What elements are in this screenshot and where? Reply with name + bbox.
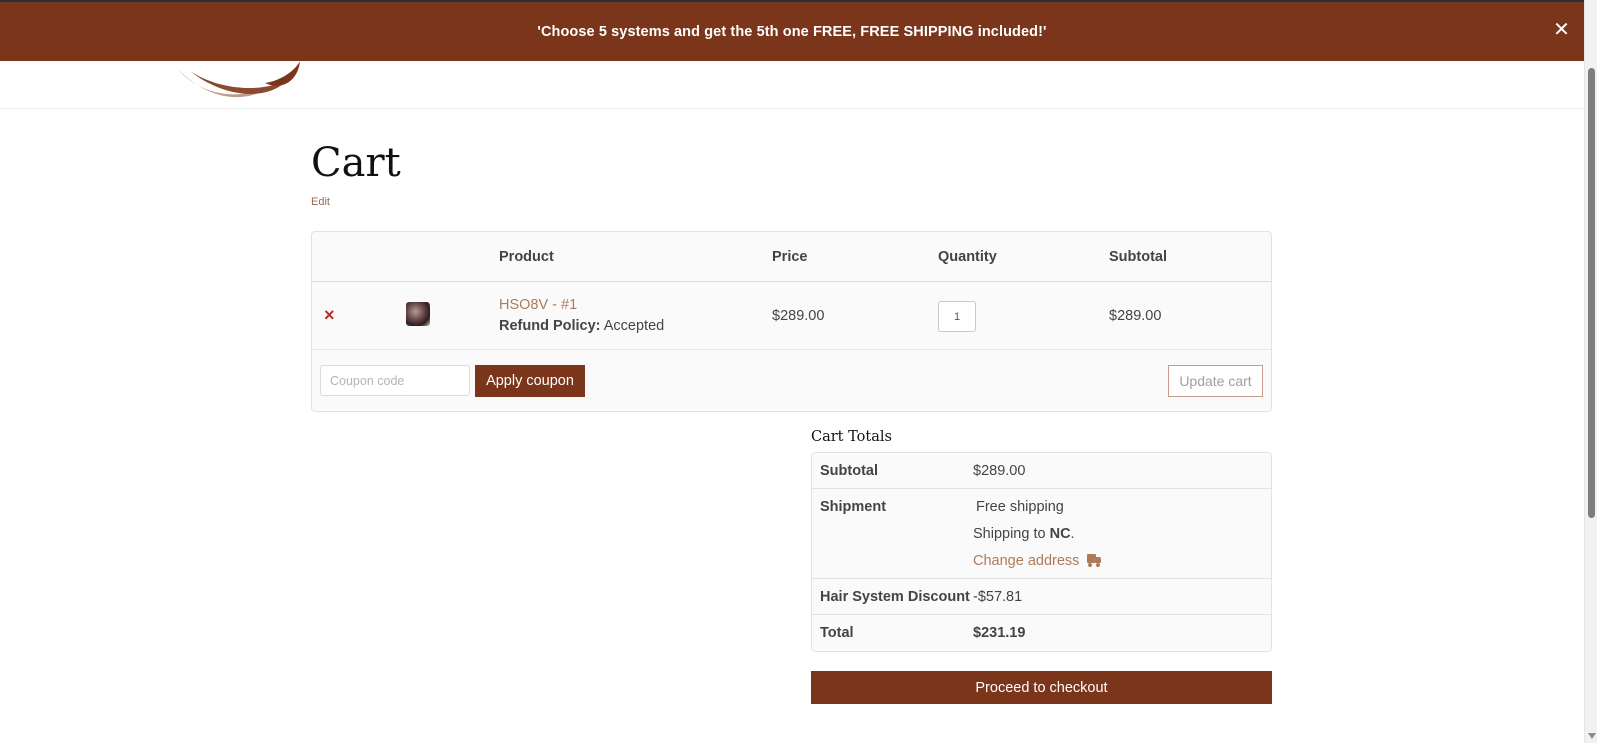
- apply-coupon-button[interactable]: Apply coupon: [475, 365, 585, 397]
- totals-shipment-row: Shipment Free shipping Shipping to NC. C…: [812, 489, 1271, 579]
- total-value: $231.19: [973, 625, 1026, 641]
- shipping-region: NC: [1049, 526, 1071, 542]
- discount-label: Hair System Discount: [820, 589, 970, 605]
- totals-subtotal-label: Subtotal: [820, 463, 878, 479]
- cart-actions: Apply coupon Update cart: [312, 350, 1271, 412]
- truck-icon[interactable]: [1087, 554, 1102, 567]
- shipping-destination: Shipping to NC.: [973, 526, 1075, 542]
- scrollbar-thumb[interactable]: [1588, 68, 1595, 518]
- cart-item-row: × HSO8V - #1 Refund Policy: Accepted $28…: [312, 282, 1271, 350]
- item-subtotal: $289.00: [1109, 308, 1162, 324]
- quantity-input[interactable]: [938, 301, 976, 332]
- cart-totals-title: Cart Totals: [811, 429, 892, 445]
- page-title: Cart: [311, 140, 401, 186]
- totals-subtotal-row: Subtotal $289.00: [812, 453, 1271, 489]
- shipping-to-prefix: Shipping to: [973, 526, 1046, 542]
- item-price: $289.00: [772, 308, 825, 324]
- cart-table: Product Price Quantity Subtotal × HSO8V …: [311, 231, 1272, 412]
- header-price: Price: [772, 249, 808, 265]
- scroll-down-arrow-icon[interactable]: [1588, 733, 1596, 739]
- product-thumbnail[interactable]: [406, 302, 430, 326]
- close-icon[interactable]: ✕: [1553, 20, 1570, 40]
- product-meta: Refund Policy: Accepted: [499, 318, 664, 334]
- header-subtotal: Subtotal: [1109, 249, 1167, 265]
- product-name-link[interactable]: HSO8V - #1: [499, 297, 577, 313]
- discount-value: -$57.81: [973, 589, 1023, 605]
- totals-total-row: Total $231.19: [812, 615, 1271, 651]
- totals-shipment-label: Shipment: [820, 499, 887, 515]
- change-address-link[interactable]: Change address: [973, 553, 1079, 569]
- totals-subtotal-value: $289.00: [973, 463, 1026, 479]
- totals-discount-row: Hair System Discount -$57.81: [812, 579, 1271, 615]
- header-quantity: Quantity: [938, 249, 997, 265]
- cart-table-header: Product Price Quantity Subtotal: [312, 232, 1271, 282]
- scrollbar[interactable]: [1584, 0, 1597, 743]
- coupon-code-input[interactable]: [320, 365, 470, 396]
- remove-item-icon[interactable]: ×: [324, 306, 335, 324]
- header-product: Product: [499, 249, 554, 265]
- proceed-to-checkout-button[interactable]: Proceed to checkout: [811, 671, 1272, 704]
- shipping-method: Free shipping: [976, 499, 1064, 515]
- cart-totals-table: Subtotal $289.00 Shipment Free shipping …: [811, 452, 1272, 652]
- total-label: Total: [820, 625, 854, 641]
- edit-link[interactable]: Edit: [311, 196, 330, 208]
- refund-policy-label: Refund Policy:: [499, 318, 601, 334]
- change-address-wrap: Change address: [973, 553, 1102, 569]
- promo-banner: 'Choose 5 systems and get the 5th one FR…: [0, 2, 1584, 61]
- refund-policy-value: Accepted: [603, 318, 665, 334]
- site-header: [0, 61, 1584, 109]
- update-cart-button[interactable]: Update cart: [1168, 365, 1263, 397]
- promo-text: 'Choose 5 systems and get the 5th one FR…: [537, 23, 1047, 40]
